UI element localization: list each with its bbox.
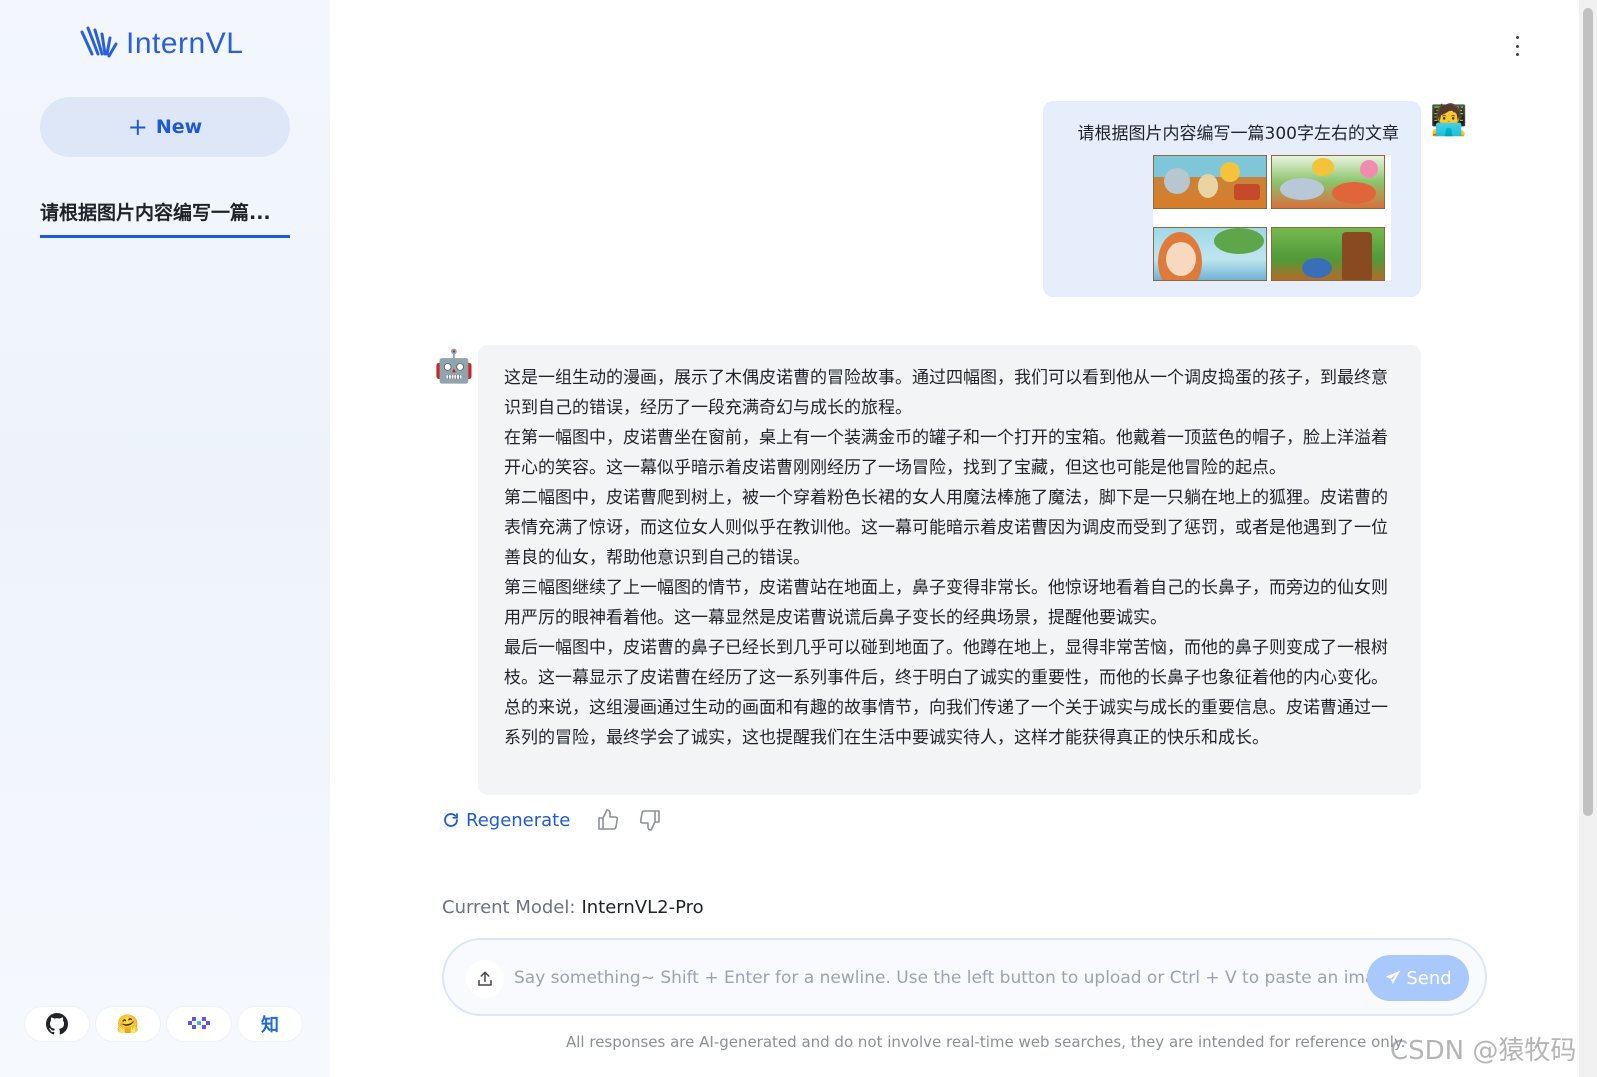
regenerate-label: Regenerate	[466, 809, 571, 831]
current-model: Current Model: InternVL2-Pro	[442, 897, 704, 918]
huggingface-link[interactable]: 🤗	[96, 1007, 160, 1041]
user-uploaded-image[interactable]	[1153, 155, 1391, 281]
message-actions: Regenerate	[442, 806, 664, 834]
composer: Send	[442, 938, 1487, 1016]
comic-panel-1	[1153, 155, 1267, 209]
bot-paragraph: 在第一幅图中，皮诺曹坐在窗前，桌上有一个装满金币的罐子和一个打开的宝箱。他戴着一…	[504, 428, 1388, 478]
bot-paragraph: 第三幅图继续了上一幅图的情节，皮诺曹站在地面上，鼻子变得非常长。他惊讶地看着自己…	[504, 578, 1388, 628]
huggingface-icon: 🤗	[116, 1013, 140, 1035]
bot-message: 这是一组生动的漫画，展示了木偶皮诺曹的冒险故事。通过四幅图，我们可以看到他从一个…	[478, 345, 1421, 795]
history-item-active[interactable]: 请根据图片内容编写一篇...	[40, 198, 290, 238]
sidebar-links: 🤗 知	[25, 1007, 302, 1041]
bot-paragraph: 总的来说，这组漫画通过生动的画面和有趣的故事情节，向我们传递了一个关于诚实与成长…	[504, 698, 1388, 748]
send-button[interactable]: Send	[1367, 955, 1469, 1001]
bot-paragraph: 第二幅图中，皮诺曹爬到树上，被一个穿着粉色长裙的女人用魔法棒施了魔法，脚下是一只…	[504, 488, 1388, 568]
csdn-watermark: CSDN @猿牧码	[1390, 1036, 1577, 1066]
send-icon	[1385, 970, 1401, 984]
sidebar: InternVL + New 请根据图片内容编写一篇... 🤗 知	[0, 0, 330, 1077]
dislike-button[interactable]	[636, 806, 664, 834]
zhihu-link[interactable]: 知	[238, 1007, 302, 1041]
comic-panel-2	[1271, 155, 1385, 209]
github-link[interactable]	[25, 1007, 89, 1041]
bot-avatar-icon: 🤖	[434, 347, 474, 385]
chat-input[interactable]	[514, 958, 1374, 998]
logo[interactable]: InternVL	[78, 22, 243, 66]
bot-paragraph: 这是一组生动的漫画，展示了木偶皮诺曹的冒险故事。通过四幅图，我们可以看到他从一个…	[504, 368, 1388, 418]
thumbs-up-icon	[598, 809, 619, 830]
new-chat-button[interactable]: + New	[40, 97, 290, 157]
comic-panel-3	[1153, 227, 1267, 281]
new-chat-label: New	[155, 116, 203, 138]
thumbs-down-icon	[640, 810, 661, 831]
more-options-icon[interactable]	[1507, 36, 1527, 56]
plus-icon: +	[127, 113, 148, 141]
send-label: Send	[1406, 967, 1452, 989]
scrollbar[interactable]	[1579, 0, 1597, 1077]
current-model-name: InternVL2-Pro	[581, 897, 704, 918]
comic-panel-4	[1271, 227, 1385, 281]
refresh-icon	[444, 813, 458, 827]
user-avatar-icon: 🧑‍💻	[1430, 103, 1468, 138]
user-message-text: 请根据图片内容编写一篇300字左右的文章	[1077, 124, 1399, 144]
like-button[interactable]	[594, 806, 622, 834]
disclaimer: All responses are AI-generated and do no…	[566, 1033, 1406, 1051]
github-icon	[46, 1013, 68, 1035]
user-message: 请根据图片内容编写一篇300字左右的文章	[1043, 101, 1421, 297]
internvl-logo-icon	[80, 26, 118, 58]
logo-text: InternVL	[126, 27, 244, 60]
upload-button[interactable]	[466, 960, 504, 998]
current-model-label: Current Model:	[442, 897, 576, 918]
regenerate-button[interactable]: Regenerate	[442, 810, 570, 831]
scrollbar-thumb[interactable]	[1583, 8, 1593, 816]
modelscope-icon	[188, 1017, 210, 1029]
zhihu-icon: 知	[261, 1015, 279, 1036]
bot-paragraph: 最后一幅图中，皮诺曹的鼻子已经长到几乎可以碰到地面了。他蹲在地上，显得非常苦恼，…	[504, 638, 1388, 688]
modelscope-link[interactable]	[167, 1007, 231, 1041]
upload-icon	[478, 971, 492, 986]
